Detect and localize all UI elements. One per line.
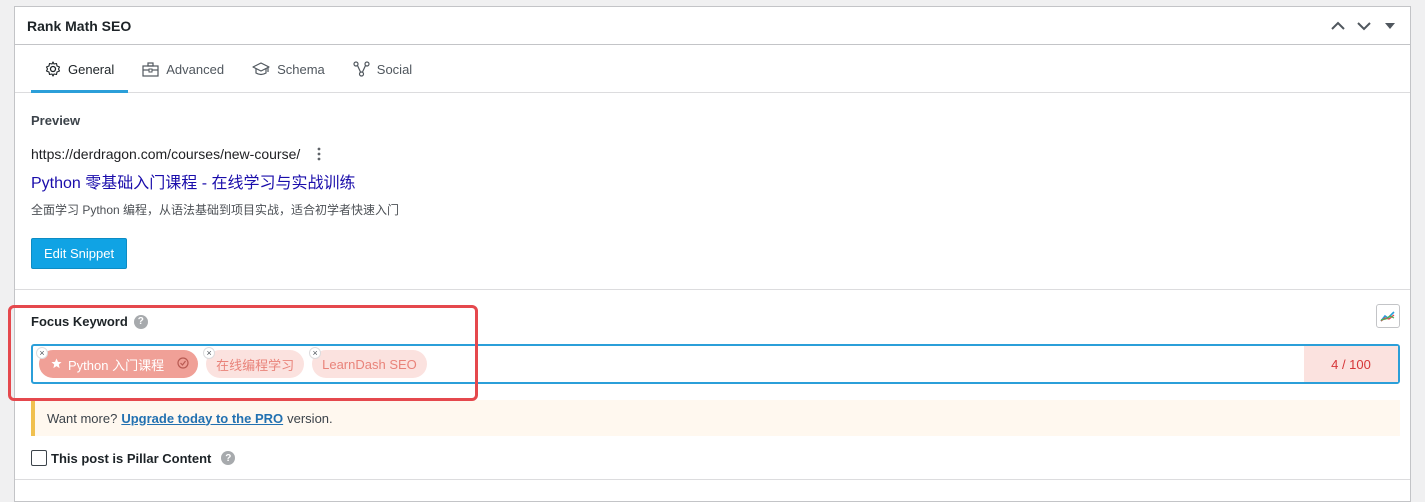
keyword-text: Python 入门课程 bbox=[68, 357, 165, 373]
focus-keyword-label: Focus Keyword bbox=[31, 314, 128, 329]
keyword-score-counter: 4 / 100 bbox=[1304, 346, 1398, 382]
panel-header: Rank Math SEO bbox=[15, 7, 1410, 45]
serp-url: https://derdragon.com/courses/new-course… bbox=[31, 146, 301, 162]
graduation-cap-icon bbox=[252, 61, 270, 77]
pillar-content-row: This post is Pillar Content ? bbox=[31, 450, 236, 466]
edit-snippet-button[interactable]: Edit Snippet bbox=[31, 238, 128, 269]
keyword-tag[interactable]: × 在线编程学习 bbox=[203, 347, 305, 378]
tab-label: Schema bbox=[277, 61, 325, 77]
pillar-content-label[interactable]: This post is Pillar Content bbox=[51, 451, 211, 466]
keyword-tag[interactable]: × LearnDash SEO bbox=[309, 347, 427, 378]
rank-math-panel: Rank Math SEO General Advanced Schema So… bbox=[14, 6, 1411, 502]
share-nodes-icon bbox=[353, 61, 370, 77]
remove-keyword-button[interactable]: × bbox=[203, 347, 216, 359]
help-icon[interactable]: ? bbox=[133, 314, 148, 329]
trends-chart-icon[interactable] bbox=[1376, 304, 1400, 328]
tab-general[interactable]: General bbox=[31, 45, 129, 93]
toolbox-icon bbox=[142, 61, 159, 77]
keyword-text: 在线编程学习 bbox=[216, 357, 295, 373]
refresh-score-icon[interactable] bbox=[176, 356, 190, 373]
kebab-menu-icon[interactable] bbox=[312, 146, 326, 162]
section-divider bbox=[15, 479, 1410, 480]
tab-advanced[interactable]: Advanced bbox=[128, 45, 238, 93]
caret-down-icon[interactable] bbox=[1380, 16, 1400, 36]
panel-header-actions bbox=[1328, 16, 1400, 36]
serp-url-row: https://derdragon.com/courses/new-course… bbox=[31, 146, 1394, 162]
tab-social[interactable]: Social bbox=[339, 45, 426, 93]
tab-schema[interactable]: Schema bbox=[238, 45, 339, 93]
serp-description: 全面学习 Python 编程，从语法基础到项目实战，适合初学者快速入门 bbox=[31, 203, 400, 217]
upgrade-notice: Want more? Upgrade today to the PRO vers… bbox=[31, 400, 1400, 436]
preview-title: Preview bbox=[31, 113, 81, 128]
chevron-down-icon[interactable] bbox=[1354, 16, 1374, 36]
tab-label: Advanced bbox=[166, 61, 225, 77]
tab-bar: General Advanced Schema Social bbox=[15, 45, 1410, 93]
panel-title: Rank Math SEO bbox=[27, 17, 132, 34]
tab-label: Social bbox=[376, 61, 413, 77]
focus-keyword-input[interactable]: × Python 入门课程 × 在线编程学习 × LearnDash SEO 4… bbox=[31, 344, 1400, 384]
focus-keyword-label-row: Focus Keyword ? bbox=[31, 314, 148, 329]
preview-section: Preview https://derdragon.com/courses/ne… bbox=[15, 93, 1410, 290]
upgrade-link[interactable]: Upgrade today to the PRO bbox=[121, 411, 283, 426]
keyword-tag-primary[interactable]: × Python 入门课程 bbox=[36, 347, 199, 378]
gear-icon bbox=[45, 61, 61, 77]
notice-suffix: version. bbox=[287, 410, 333, 426]
chevron-up-icon[interactable] bbox=[1328, 16, 1348, 36]
help-icon[interactable]: ? bbox=[221, 451, 236, 465]
tab-label: General bbox=[68, 61, 115, 77]
remove-keyword-button[interactable]: × bbox=[309, 347, 322, 359]
notice-prefix: Want more? bbox=[47, 410, 118, 426]
star-icon bbox=[51, 357, 62, 372]
serp-title[interactable]: Python 零基础入门课程 - 在线学习与实战训练 bbox=[31, 169, 1394, 193]
remove-keyword-button[interactable]: × bbox=[36, 347, 48, 359]
pillar-content-checkbox[interactable] bbox=[31, 450, 47, 466]
keyword-text: LearnDash SEO bbox=[322, 356, 417, 372]
